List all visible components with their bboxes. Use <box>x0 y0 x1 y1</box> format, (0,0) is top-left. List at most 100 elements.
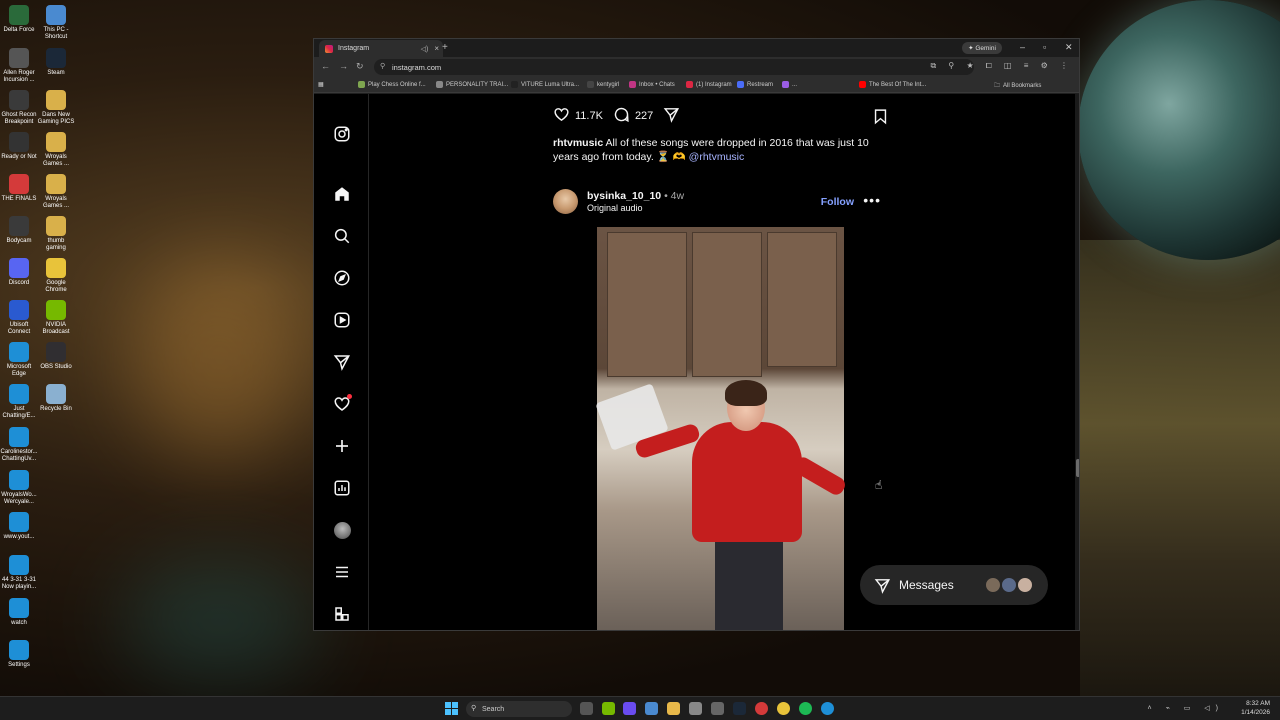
desktop-app-icon <box>46 132 66 152</box>
desktop-icon[interactable]: Allen Roger Incursion ... <box>0 48 38 84</box>
close-tab-icon[interactable]: × <box>434 44 439 53</box>
more-options-icon[interactable]: ••• <box>863 192 881 208</box>
reload-icon[interactable]: ↻ <box>356 61 364 72</box>
desktop-icon[interactable]: Settings <box>0 640 38 669</box>
search-icon[interactable] <box>332 226 352 246</box>
create-plus-icon[interactable] <box>332 436 352 456</box>
bookmark-item[interactable]: VITURE Luma Ultra... <box>511 81 579 88</box>
comments-count[interactable]: 227 <box>635 110 653 122</box>
task-view-icon[interactable] <box>580 702 593 715</box>
desktop-icon[interactable]: Steam <box>37 48 75 77</box>
bookmark-item[interactable]: ... <box>782 81 797 88</box>
caption-mention[interactable]: @rhtvmusic <box>689 151 745 163</box>
spotify-taskbar-icon[interactable] <box>799 702 812 715</box>
new-tab-button[interactable]: + <box>442 42 448 53</box>
direct-messages-icon[interactable] <box>332 352 352 372</box>
gemini-button[interactable]: ✦ Gemini <box>962 42 1002 54</box>
site-info-icon[interactable]: ⚲ <box>380 62 385 70</box>
copilot-taskbar-icon[interactable] <box>623 702 636 715</box>
bookmark-item[interactable]: PERSONALITY TRAI... <box>436 81 508 88</box>
desktop-icon[interactable]: Wroyals Games ... <box>37 174 75 210</box>
steam-taskbar-icon[interactable] <box>733 702 746 715</box>
desktop-icon[interactable]: Recycle Bin <box>37 384 75 413</box>
settings-taskbar-icon[interactable] <box>711 702 724 715</box>
desktop-icon[interactable]: Ready or Not <box>0 132 38 161</box>
desktop-icon[interactable]: THE FINALS <box>0 174 38 203</box>
bookmark-item[interactable]: Restream <box>737 81 773 88</box>
desktop-icon[interactable]: Dans New Gaming PICS <box>37 90 75 126</box>
desktop-icon[interactable]: This PC - Shortcut <box>37 5 75 41</box>
chrome-taskbar-icon[interactable] <box>777 702 790 715</box>
taskbar-search[interactable]: ⚲ Search <box>466 701 572 717</box>
desktop-icon[interactable]: Just Chatting/E... <box>0 384 38 420</box>
desktop-icon[interactable]: Google Chrome <box>37 258 75 294</box>
obs-taskbar-icon[interactable] <box>755 702 768 715</box>
dashboard-icon[interactable] <box>332 478 352 498</box>
home-icon[interactable] <box>332 184 352 204</box>
edge-taskbar-icon[interactable] <box>821 702 834 715</box>
bookmark-item[interactable]: kentygirl <box>587 81 619 88</box>
apps-icon[interactable]: ▦ <box>318 81 324 88</box>
tab-instagram[interactable]: Instagram ◁) × <box>319 40 443 57</box>
follow-button[interactable]: Follow <box>821 196 854 208</box>
profile-avatar[interactable] <box>332 520 352 540</box>
maximize-icon[interactable]: ▫ <box>1043 42 1046 52</box>
bookmark-item[interactable]: (1) Instagram <box>686 81 732 88</box>
desktop-icon[interactable]: www.yout... <box>0 512 38 541</box>
post-audio[interactable]: Original audio <box>587 203 643 213</box>
post-username[interactable]: bysinka_10_10 <box>587 190 661 202</box>
forward-icon[interactable]: → <box>339 61 348 71</box>
desktop-icon[interactable]: Bodycam <box>0 216 38 245</box>
menu-icon[interactable] <box>332 562 352 582</box>
more-apps-icon[interactable] <box>332 604 352 624</box>
comment-icon[interactable] <box>613 106 630 126</box>
desktop-icon[interactable]: NVIDIA Broadcast <box>37 300 75 336</box>
close-window-icon[interactable]: ✕ <box>1065 42 1073 53</box>
file-explorer-icon[interactable] <box>667 702 680 715</box>
toolbar-extension-icons[interactable]: ⧉ ⚲ ★ ⧠ ◫ ≡ ⚙ ⋮ <box>930 61 1073 71</box>
browser-window: Instagram ◁) × + ✦ Gemini – ▫ ✕ ← → ↻ ⚲ … <box>313 38 1080 631</box>
desktop-icon[interactable]: thumb gaming <box>37 216 75 252</box>
bookmark-item[interactable]: Play Chess Online f... <box>358 81 426 88</box>
desktop-icon[interactable]: OBS Studio <box>37 342 75 371</box>
desktop-app-icon <box>9 174 29 194</box>
reels-icon[interactable] <box>332 310 352 330</box>
page-scrollbar[interactable] <box>1075 94 1079 630</box>
instagram-logo-icon[interactable] <box>332 124 352 144</box>
desktop-icon[interactable]: Discord <box>0 258 38 287</box>
all-bookmarks[interactable]: 🗀 All Bookmarks <box>994 81 1041 91</box>
system-tray-icons[interactable]: ˄ ⌁ ▭ ◁) <box>1148 704 1224 712</box>
notifications-heart-icon[interactable] <box>332 394 352 414</box>
app-taskbar-icon[interactable] <box>645 702 658 715</box>
post-author-avatar[interactable] <box>553 189 578 214</box>
desktop-icon[interactable]: Microsoft Edge <box>0 342 38 378</box>
minimize-icon[interactable]: – <box>1020 42 1025 52</box>
desktop-icon[interactable]: Delta Force <box>0 5 38 34</box>
clock[interactable]: 8:32 AM 1/14/2026 <box>1241 699 1270 717</box>
like-heart-icon[interactable] <box>553 106 570 126</box>
bookmark-item[interactable]: Inbox • Chats <box>629 81 675 88</box>
desktop-icon[interactable]: 44 3-31 3-31 Now playin... <box>0 555 38 591</box>
likes-count[interactable]: 11.7K <box>575 110 603 122</box>
post-video[interactable] <box>545 227 896 630</box>
nvidia-taskbar-icon[interactable] <box>602 702 615 715</box>
desktop-icon[interactable]: Carolinestor... ChattingUv... <box>0 427 38 463</box>
desktop-icon[interactable]: Wroyals Games ... <box>37 132 75 168</box>
messages-button[interactable]: Messages <box>860 565 1048 605</box>
bookmark-save-icon[interactable] <box>872 108 889 130</box>
speaker-icon[interactable]: ◁) <box>421 45 429 53</box>
desktop-icon[interactable]: watch <box>0 598 38 627</box>
desktop-icon[interactable]: WroyalsWo... Wercyale... <box>0 470 38 506</box>
address-bar[interactable]: ⚲ instagram.com <box>374 59 974 75</box>
back-icon[interactable]: ← <box>321 61 330 71</box>
store-taskbar-icon[interactable] <box>689 702 702 715</box>
scrollbar-thumb[interactable] <box>1076 459 1079 477</box>
start-button[interactable] <box>445 702 458 715</box>
caption-username[interactable]: rhtvmusic <box>553 137 603 149</box>
desktop-icon[interactable]: Ghost Recon Breakpoint <box>0 90 38 126</box>
mouse-cursor-icon: ☝ <box>875 478 883 492</box>
desktop-icon[interactable]: Ubisoft Connect <box>0 300 38 336</box>
share-icon[interactable] <box>663 106 680 126</box>
bookmark-item[interactable]: The Best Of The Int... <box>859 81 926 88</box>
explore-icon[interactable] <box>332 268 352 288</box>
